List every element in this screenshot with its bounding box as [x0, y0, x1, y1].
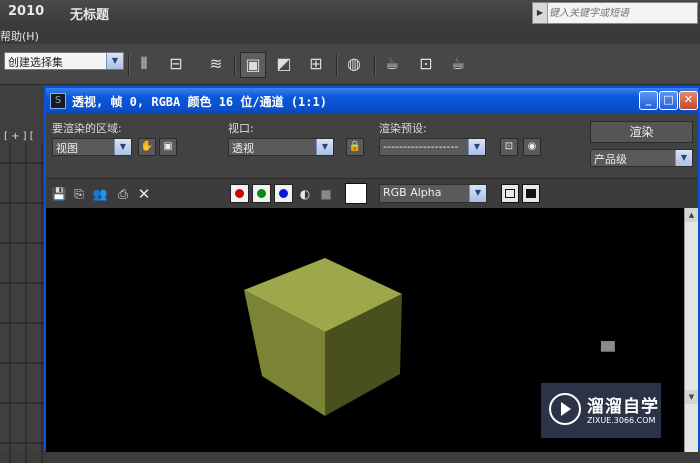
render-quality-value: 产品级	[594, 153, 627, 166]
toolbar-separator	[374, 54, 376, 76]
render-setup-icon[interactable]: ⊡	[500, 138, 518, 156]
maximize-button[interactable]: □	[659, 91, 678, 110]
channel-display-value: RGB Alpha	[383, 186, 442, 199]
toolbar-separator	[128, 54, 130, 76]
watermark-url: ZIXUE.3066.COM	[587, 416, 656, 425]
minimize-button[interactable]: _	[639, 91, 658, 110]
chevron-down-icon[interactable]: ▼	[316, 139, 333, 155]
app-logo-icon: S	[50, 93, 66, 109]
toggle-ui-icon[interactable]	[522, 184, 540, 203]
pan-hand-icon[interactable]: ✋	[138, 138, 156, 156]
scene-explorer-icon[interactable]: ▣	[240, 52, 266, 78]
toggle-ui-overlay-icon[interactable]	[501, 184, 519, 203]
document-title: 无标题	[70, 8, 110, 23]
app-titlebar: 2010 无标题 ▶	[0, 0, 700, 26]
lock-icon[interactable]: 🔒	[346, 138, 364, 156]
monochrome-icon[interactable]: ■	[318, 186, 334, 202]
clear-icon[interactable]: ✕	[136, 186, 152, 202]
render-controls-panel: 要渲染的区域: 视图 ▼ ✋ ▣ 视口: 透视 ▼ 🔒 渲染预设: ------…	[46, 114, 698, 178]
watermark: 溜溜自学 ZIXUE.3066.COM	[541, 383, 661, 438]
viewport-label[interactable]: [ + ] [	[4, 131, 34, 142]
copy-image-icon[interactable]: ⎘	[71, 186, 87, 202]
clone-frame-window-icon[interactable]: 👥	[92, 186, 108, 202]
menu-item-help[interactable]: 帮助(H)	[0, 28, 39, 44]
blue-channel-toggle[interactable]	[274, 184, 293, 203]
frame-buffer-toolbar: 💾 ⎘ 👥 ⎙ ✕ ◐ ■ RGB Alpha ▼	[46, 178, 698, 209]
viewport-value: 透视	[232, 142, 254, 155]
play-logo-icon	[549, 393, 581, 425]
chevron-down-icon[interactable]: ▼	[675, 150, 692, 166]
align-icon[interactable]: ⊟	[164, 52, 188, 76]
area-to-render-value: 视图	[56, 142, 78, 155]
viewport-grid	[0, 143, 46, 463]
chevron-down-icon[interactable]: ▼	[114, 139, 131, 155]
vertical-scrollbar[interactable]: ▲ ▼	[684, 208, 698, 452]
alpha-channel-icon[interactable]: ◐	[297, 186, 313, 202]
area-to-render-label: 要渲染的区域:	[52, 122, 122, 135]
chevron-down-icon[interactable]: ▼	[106, 53, 123, 69]
render-preset-label: 渲染预设:	[379, 122, 427, 135]
chevron-down-icon[interactable]: ▼	[468, 139, 485, 155]
chevron-down-icon[interactable]: ▼	[469, 185, 486, 202]
red-channel-toggle[interactable]	[230, 184, 249, 203]
rendered-cube	[244, 258, 402, 416]
layer-manager-icon[interactable]: ≋	[204, 52, 228, 76]
main-toolbar: 创建选择集 ▼ ⫴ ⊟ ≋ ▣ ◩ ⊞ ◍ ☕ ⊡ ☕	[0, 44, 700, 85]
menu-bar: 帮助(H)	[0, 26, 700, 44]
print-image-icon[interactable]: ⎙	[115, 186, 131, 202]
search-input[interactable]	[549, 4, 693, 22]
viewport-dropdown[interactable]: 透视 ▼	[228, 138, 334, 156]
watermark-title: 溜溜自学	[587, 397, 659, 417]
selection-set-value: 创建选择集	[8, 56, 63, 69]
named-selection-set-dropdown[interactable]: 创建选择集 ▼	[4, 52, 124, 70]
close-button[interactable]: ✕	[679, 91, 698, 110]
rendered-frame-window-icon[interactable]: ⊡	[414, 52, 438, 76]
save-image-icon[interactable]: 💾	[51, 186, 67, 202]
color-swatch[interactable]	[345, 183, 367, 204]
viewport-label: 视口:	[228, 122, 254, 135]
render-preset-value: -------------------	[383, 140, 459, 153]
toolbar-separator	[336, 54, 338, 76]
render-button[interactable]: 渲染	[590, 121, 693, 143]
material-editor-icon[interactable]: ◍	[342, 52, 366, 76]
auto-region-icon[interactable]: ▣	[159, 138, 177, 156]
render-quality-dropdown[interactable]: 产品级 ▼	[590, 149, 693, 167]
rendered-frame-titlebar[interactable]: S 透视, 帧 0, RGBA 颜色 16 位/通道 (1:1) _ □ ✕	[46, 88, 698, 114]
render-preset-dropdown[interactable]: ------------------- ▼	[379, 138, 486, 156]
scroll-up-icon[interactable]: ▲	[685, 208, 698, 222]
green-channel-toggle[interactable]	[252, 184, 271, 203]
schematic-view-icon[interactable]: ⊞	[304, 52, 328, 76]
help-search-box[interactable]: ▶	[532, 2, 698, 24]
channel-display-dropdown[interactable]: RGB Alpha ▼	[379, 184, 487, 203]
search-expand-arrow-icon[interactable]: ▶	[533, 3, 548, 23]
scroll-thumb[interactable]: ▼	[685, 390, 698, 404]
rendered-frame-title: 透视, 帧 0, RGBA 颜色 16 位/通道 (1:1)	[72, 95, 327, 109]
render-setup-icon[interactable]: ☕	[380, 52, 404, 76]
mirror-icon[interactable]: ⫴	[132, 52, 156, 76]
toolbar-separator	[234, 54, 236, 76]
viewport-left-strip: [ + ] [	[0, 85, 46, 463]
area-to-render-dropdown[interactable]: 视图 ▼	[52, 138, 132, 156]
app-version: 2010	[8, 4, 45, 19]
cursor-artifact: ▝▘	[594, 342, 622, 363]
environment-effects-icon[interactable]: ◉	[523, 138, 541, 156]
render-production-icon[interactable]: ☕	[446, 52, 470, 76]
curve-editor-icon[interactable]: ◩	[272, 52, 296, 76]
